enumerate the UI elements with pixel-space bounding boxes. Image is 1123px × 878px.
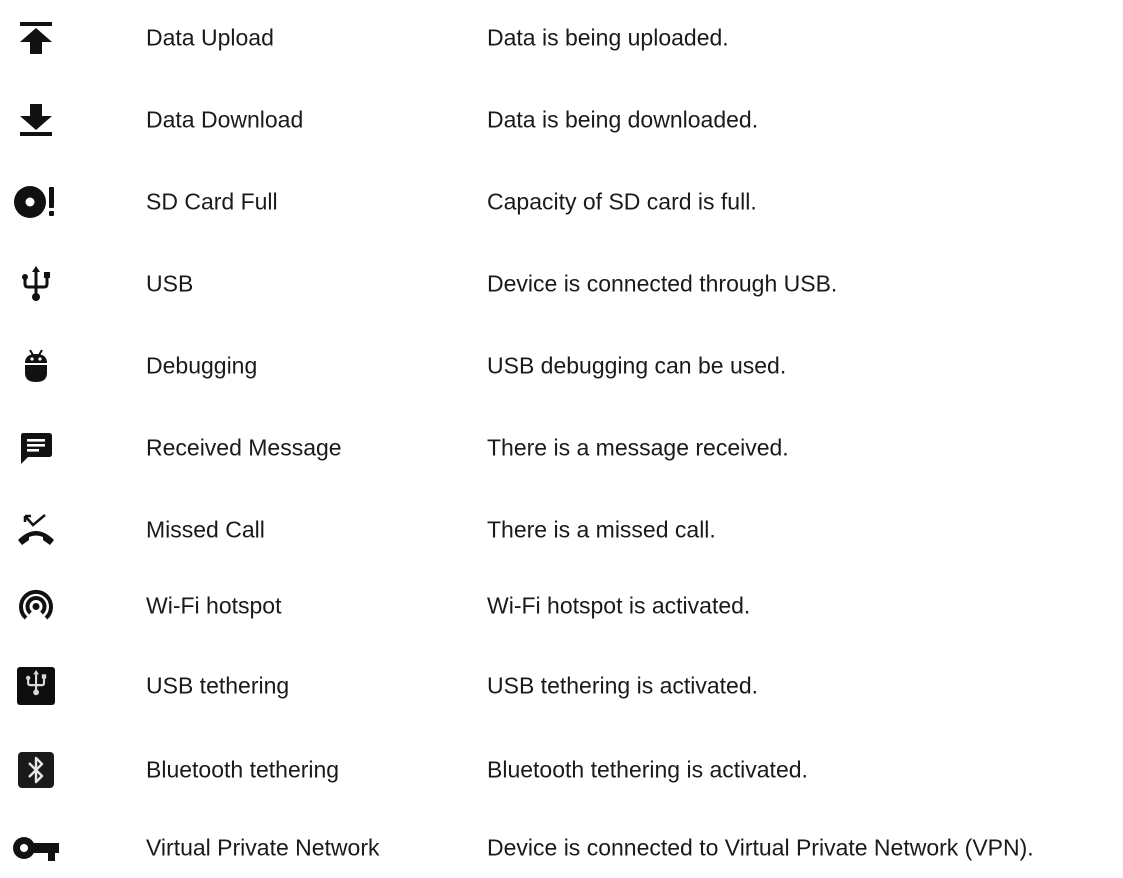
row-name: USB: [146, 270, 194, 297]
sd-card-full-icon: [10, 176, 62, 228]
row-description: Data is being downloaded.: [487, 106, 759, 133]
row-description: Device is connected through USB.: [487, 270, 838, 297]
usb-tethering-icon: [10, 660, 62, 712]
row-name: Bluetooth tethering: [146, 756, 340, 783]
row-description: Wi-Fi hotspot is activated.: [487, 592, 751, 619]
row-description: There is a message received.: [487, 434, 789, 461]
row-name: Data Download: [146, 106, 304, 133]
data-upload-icon: [10, 12, 62, 64]
debugging-icon: [10, 340, 62, 392]
row-name: Data Upload: [146, 24, 274, 51]
row-name: USB tethering: [146, 672, 290, 699]
table-row: USB Device is connected through USB.: [0, 254, 1123, 314]
row-name: Debugging: [146, 352, 258, 379]
row-name: Received Message: [146, 434, 342, 461]
wifi-hotspot-icon: [10, 580, 62, 632]
row-name: Missed Call: [146, 516, 265, 543]
table-row: USB tethering USB tethering is activated…: [0, 656, 1123, 716]
table-row: Missed Call There is a missed call.: [0, 500, 1123, 560]
row-description: Device is connected to Virtual Private N…: [487, 834, 1034, 861]
row-description: Capacity of SD card is full.: [487, 188, 757, 215]
row-description: USB debugging can be used.: [487, 352, 787, 379]
usb-icon: [10, 258, 62, 310]
data-download-icon: [10, 94, 62, 146]
table-row: SD Card Full Capacity of SD card is full…: [0, 172, 1123, 232]
table-row: Bluetooth tethering Bluetooth tethering …: [0, 740, 1123, 800]
vpn-key-icon: [10, 822, 62, 874]
bluetooth-tethering-icon: [10, 744, 62, 796]
table-row: Virtual Private Network Device is connec…: [0, 818, 1123, 878]
missed-call-icon: [10, 504, 62, 556]
row-name: Virtual Private Network: [146, 834, 380, 861]
row-description: There is a missed call.: [487, 516, 716, 543]
table-row: Wi-Fi hotspot Wi-Fi hotspot is activated…: [0, 576, 1123, 636]
row-description: Bluetooth tethering is activated.: [487, 756, 808, 783]
row-name: SD Card Full: [146, 188, 278, 215]
row-description: Data is being uploaded.: [487, 24, 729, 51]
row-description: USB tethering is activated.: [487, 672, 759, 699]
table-row: Data Upload Data is being uploaded.: [0, 8, 1123, 68]
table-row: Received Message There is a message rece…: [0, 418, 1123, 478]
table-row: Debugging USB debugging can be used.: [0, 336, 1123, 396]
table-row: Data Download Data is being downloaded.: [0, 90, 1123, 150]
message-icon: [10, 422, 62, 474]
row-name: Wi-Fi hotspot: [146, 592, 282, 619]
